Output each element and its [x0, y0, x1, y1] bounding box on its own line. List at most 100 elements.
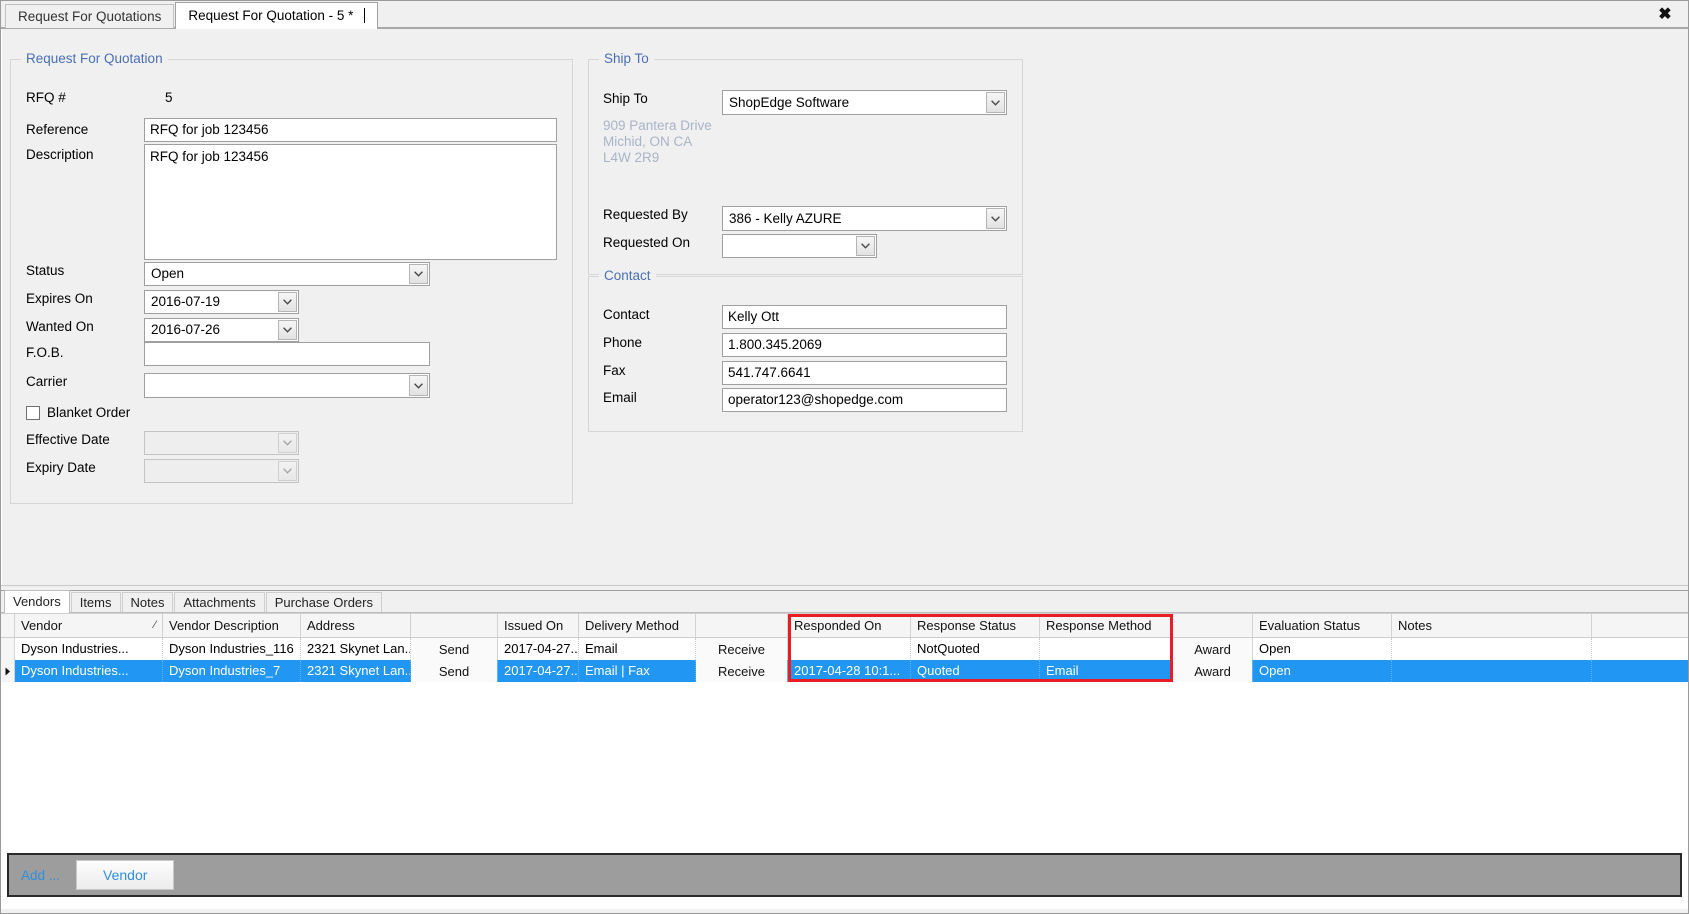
chevron-down-icon[interactable]: [278, 292, 297, 312]
column-header-delivery-method[interactable]: Delivery Method: [579, 614, 696, 637]
close-icon[interactable]: ✖: [1654, 5, 1676, 25]
contact-input[interactable]: Kelly Ott: [722, 305, 1007, 329]
sort-ascending-icon: ⁄: [154, 619, 156, 631]
receive-button[interactable]: Receive: [718, 664, 765, 679]
effective-date-datepicker[interactable]: [144, 431, 299, 455]
award-button-cell[interactable]: Award: [1173, 660, 1253, 682]
table-row[interactable]: Dyson Industries... Dyson Industries_7 232…: [1, 660, 1688, 682]
tab-label: Request For Quotations: [18, 9, 162, 24]
chevron-down-icon[interactable]: [986, 208, 1005, 229]
receive-button-cell[interactable]: Receive: [696, 638, 788, 660]
column-header-label: Address: [307, 618, 355, 633]
column-header-label: Response Method: [1046, 618, 1152, 633]
cell-text: Dyson Industries...: [21, 641, 129, 656]
requested-by-dropdown[interactable]: 386 - Kelly AZURE: [722, 206, 1007, 231]
column-header-address[interactable]: Address: [301, 614, 411, 637]
ship-to-label: Ship To: [603, 91, 648, 106]
column-header-vendor[interactable]: Vendor ⁄: [15, 614, 163, 637]
cell-text: 2017-04-27...: [504, 641, 579, 656]
tab-label: Items: [79, 595, 112, 610]
blanket-order-checkbox[interactable]: Blanket Order: [26, 405, 130, 420]
bottom-tab-items[interactable]: Items: [70, 592, 121, 612]
award-button[interactable]: Award: [1194, 642, 1231, 657]
cell-response-status: Quoted: [911, 660, 1040, 682]
column-header-response-method[interactable]: Response Method: [1040, 614, 1173, 637]
group-title: Contact: [599, 268, 656, 283]
column-header-vendor-description[interactable]: Vendor Description: [163, 614, 301, 637]
chevron-down-icon[interactable]: [409, 264, 428, 284]
column-header-label: Evaluation Status: [1259, 618, 1361, 633]
carrier-dropdown[interactable]: [144, 373, 430, 398]
ship-to-dropdown[interactable]: ShopEdge Software: [722, 90, 1007, 115]
tab-label: Request For Quotation - 5 *: [188, 8, 354, 23]
column-header-issued-on[interactable]: Issued On: [498, 614, 579, 637]
send-button[interactable]: Send: [439, 664, 469, 679]
wanted-on-datepicker[interactable]: 2016-07-26: [144, 318, 299, 342]
expiry-date-datepicker[interactable]: [144, 459, 299, 483]
bottom-tab-attachments[interactable]: Attachments: [174, 592, 265, 612]
cell-address: 2321 Skynet Lan...: [301, 638, 411, 660]
rfq-number-label: RFQ #: [26, 90, 66, 105]
chevron-down-icon[interactable]: [409, 375, 428, 396]
column-header-award[interactable]: [1173, 614, 1253, 637]
chevron-down-icon[interactable]: [278, 433, 297, 453]
column-header-notes[interactable]: Notes: [1392, 614, 1592, 637]
cell-notes: [1392, 660, 1592, 682]
award-button[interactable]: Award: [1194, 664, 1231, 679]
send-button-cell[interactable]: Send: [411, 660, 498, 682]
fob-input[interactable]: [144, 342, 430, 366]
column-header-receive[interactable]: [696, 614, 788, 637]
rfq-number-value: 5: [165, 90, 173, 105]
expires-on-datepicker[interactable]: 2016-07-19: [144, 290, 299, 314]
send-button-cell[interactable]: Send: [411, 638, 498, 660]
cell-text: Dyson Industries...: [21, 663, 129, 678]
bottom-tab-notes[interactable]: Notes: [121, 592, 174, 612]
column-header-label: Responded On: [794, 618, 882, 633]
status-value: Open: [151, 266, 185, 281]
table-row[interactable]: Dyson Industries... Dyson Industries_116 2…: [1, 638, 1688, 660]
email-input[interactable]: operator123@shopedge.com: [722, 388, 1007, 412]
chevron-down-icon[interactable]: [278, 461, 297, 481]
status-dropdown[interactable]: Open: [144, 262, 430, 286]
cell-delivery-method: Email: [579, 638, 696, 660]
column-header-response-status[interactable]: Response Status: [911, 614, 1040, 637]
status-label: Status: [26, 263, 65, 278]
fax-input[interactable]: 541.747.6641: [722, 361, 1007, 385]
tab-label: Notes: [130, 595, 165, 610]
cell-vendor: Dyson Industries...: [15, 660, 163, 682]
tab-request-for-quotations[interactable]: Request For Quotations: [5, 4, 175, 28]
bottom-tab-purchase-orders[interactable]: Purchase Orders: [265, 592, 382, 612]
reference-input[interactable]: RFQ for job 123456: [144, 118, 557, 142]
description-input[interactable]: RFQ for job 123456: [144, 144, 557, 260]
tab-caret: [364, 8, 366, 23]
chevron-down-icon[interactable]: [856, 236, 875, 256]
requested-on-label: Requested On: [603, 235, 691, 250]
bottom-tab-vendors[interactable]: Vendors: [4, 590, 70, 613]
expires-on-value: 2016-07-19: [151, 294, 221, 309]
tab-request-for-quotation-5[interactable]: Request For Quotation - 5 *: [175, 2, 379, 29]
column-header-send[interactable]: [411, 614, 498, 637]
chevron-down-icon[interactable]: [278, 320, 297, 340]
wanted-on-label: Wanted On: [26, 319, 94, 334]
column-header-responded-on[interactable]: Responded On: [788, 614, 911, 637]
receive-button-cell[interactable]: Receive: [696, 660, 788, 682]
award-button-cell[interactable]: Award: [1173, 638, 1253, 660]
email-label: Email: [603, 390, 637, 405]
add-vendor-button[interactable]: Vendor: [76, 860, 175, 890]
row-indicator: [1, 660, 15, 682]
cell-text: Dyson Industries_116: [169, 641, 294, 656]
send-button[interactable]: Send: [439, 642, 469, 657]
expiry-date-label: Expiry Date: [26, 460, 96, 475]
column-header-evaluation-status[interactable]: Evaluation Status: [1253, 614, 1392, 637]
phone-input[interactable]: 1.800.345.2069: [722, 333, 1007, 357]
receive-button[interactable]: Receive: [718, 642, 765, 657]
form-area: Request For Quotation RFQ # 5 Reference …: [1, 29, 1688, 585]
row-indicator: [1, 638, 15, 660]
chevron-down-icon[interactable]: [986, 92, 1005, 113]
cell-text: Dyson Industries_7: [169, 663, 281, 678]
bottom-panel: Vendors Items Notes Attachments Purchase Ord…: [1, 590, 1688, 909]
checkbox-box[interactable]: [26, 405, 40, 420]
ship-to-address-line2: Michid, ON CA: [603, 134, 693, 149]
requested-on-datepicker[interactable]: [722, 234, 877, 258]
cell-vendor-description: Dyson Industries_7: [163, 660, 301, 682]
